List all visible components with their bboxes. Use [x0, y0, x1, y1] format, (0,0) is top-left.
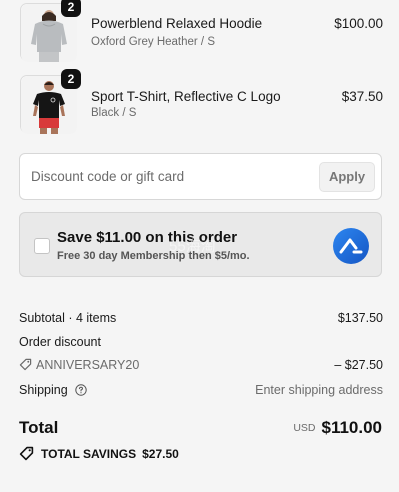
item-price: $37.50 — [341, 89, 383, 104]
item-name: Powerblend Relaxed Hoodie — [91, 16, 263, 31]
item-variant: Black / S — [91, 107, 137, 119]
watermark: 55海淘 — [169, 238, 216, 255]
total-amount-group: USD $110.00 — [293, 418, 382, 438]
tag-icon — [19, 358, 32, 371]
total-savings: TOTAL SAVINGS $27.50 — [19, 446, 179, 461]
brand-chevron-icon — [333, 228, 369, 264]
savings-tag-icon — [19, 446, 34, 461]
order-discount-row: Order discount — [19, 335, 383, 349]
apply-discount-button[interactable]: Apply — [319, 162, 375, 192]
order-discount-label: Order discount — [19, 335, 101, 349]
savings-label: TOTAL SAVINGS — [41, 447, 137, 461]
subtotal-row: Subtotal · 4 items $137.50 — [19, 311, 383, 325]
item-variant: Oxford Grey Heather / S — [91, 36, 215, 48]
membership-offer[interactable]: Save $11.00 on this order Free 30 day Me… — [19, 212, 382, 277]
currency-code: USD — [293, 422, 316, 434]
shipping-label: Shipping — [19, 383, 68, 397]
shipping-value: Enter shipping address — [255, 383, 383, 397]
item-name: Sport T-Shirt, Reflective C Logo — [91, 89, 281, 104]
discount-value: – $27.50 — [334, 358, 383, 372]
quantity-badge: 2 — [61, 69, 81, 89]
membership-checkbox[interactable] — [34, 238, 50, 254]
offer-subtitle: Free 30 day Membership then $5/mo. — [57, 250, 250, 262]
product-thumbnail: 2 — [20, 69, 81, 134]
subtotal-value: $137.50 — [337, 311, 383, 325]
discount-code-row: ANNIVERSARY20 – $27.50 — [19, 358, 383, 372]
savings-value: $27.50 — [142, 447, 179, 461]
cart-item: 2 Sport T-Shirt, Reflective C Logo Black… — [19, 69, 383, 135]
discount-code: ANNIVERSARY20 — [36, 358, 140, 372]
cart-item: 2 Powerblend Relaxed Hoodie Oxford Grey … — [19, 0, 383, 63]
question-icon[interactable] — [75, 384, 87, 396]
product-thumbnail: 2 — [20, 0, 81, 62]
total-label: Total — [19, 418, 59, 437]
discount-code-input[interactable] — [21, 155, 311, 198]
subtotal-label: Subtotal · 4 items — [19, 311, 117, 325]
item-price: $100.00 — [334, 16, 383, 31]
shipping-row: Shipping Enter shipping address — [19, 383, 383, 397]
quantity-badge: 2 — [61, 0, 81, 17]
discount-field-container: Apply — [19, 153, 382, 200]
total-value: $110.00 — [321, 418, 382, 437]
